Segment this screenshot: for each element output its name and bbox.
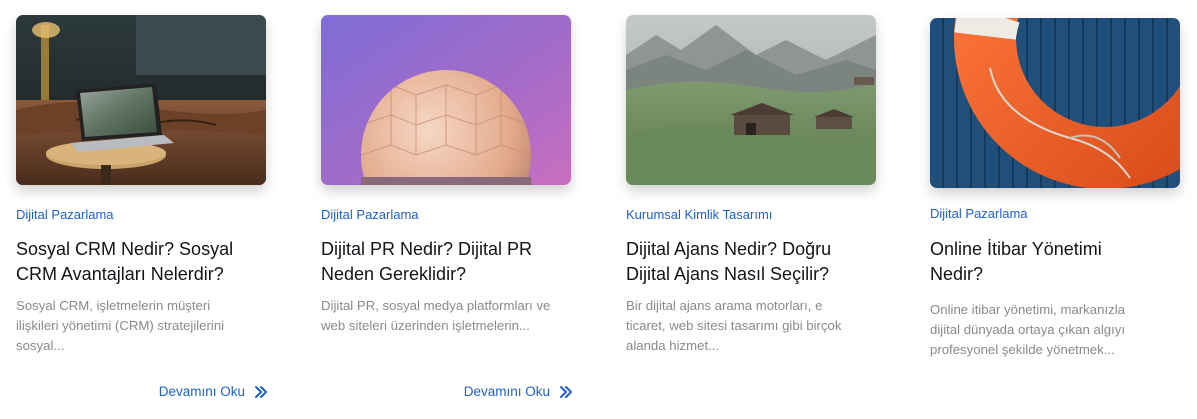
- post-excerpt: Sosyal CRM, işletmelerin müşteri ilişkil…: [16, 298, 225, 353]
- mountain-huts-photo: [626, 15, 876, 185]
- blog-card: Dijital Pazarlama Sosyal CRM Nedir? Sosy…: [16, 0, 268, 419]
- post-title[interactable]: Online İtibar Yönetimi Nedir?: [930, 237, 1180, 287]
- post-thumbnail[interactable]: [16, 15, 266, 185]
- post-category[interactable]: Dijital Pazarlama: [16, 207, 114, 222]
- lifebuoy-photo: [930, 18, 1180, 188]
- radome-photo: [321, 15, 571, 185]
- blog-card: Dijital Pazarlama Dijital PR Nedir? Diji…: [321, 0, 573, 419]
- blog-card: Dijital Pazarlama Online İtibar Yönetimi…: [930, 0, 1182, 419]
- post-title[interactable]: Dijital Ajans Nedir? Doğru Dijital Ajans…: [626, 237, 876, 287]
- post-thumbnail[interactable]: [626, 15, 876, 185]
- post-thumbnail[interactable]: [321, 15, 571, 185]
- post-excerpt: Dijital PR, sosyal medya platformları ve…: [321, 298, 551, 333]
- double-chevron-right-icon: [255, 385, 267, 398]
- post-excerpt: Online itibar yönetimi, markanızla dijit…: [930, 302, 1125, 357]
- post-title[interactable]: Sosyal CRM Nedir? Sosyal CRM Avantajları…: [16, 237, 266, 287]
- read-more-label: Devamını Oku: [463, 384, 550, 399]
- post-category[interactable]: Dijital Pazarlama: [321, 207, 419, 222]
- blog-card: Kurumsal Kimlik Tasarımı Dijital Ajans N…: [626, 0, 878, 419]
- post-excerpt: Bir dijital ajans arama motorları, e tic…: [626, 298, 842, 353]
- read-more-link[interactable]: Devamını Oku: [159, 384, 268, 399]
- read-more-link[interactable]: Devamını Oku: [464, 384, 573, 399]
- post-category[interactable]: Dijital Pazarlama: [930, 206, 1028, 221]
- double-chevron-right-icon: [560, 385, 572, 398]
- post-thumbnail[interactable]: [930, 18, 1180, 188]
- post-category[interactable]: Kurumsal Kimlik Tasarımı: [626, 207, 772, 222]
- read-more-label: Devamını Oku: [158, 384, 245, 399]
- laptop-lounge-photo: [16, 15, 266, 185]
- post-title[interactable]: Dijital PR Nedir? Dijital PR Neden Gerek…: [321, 237, 571, 287]
